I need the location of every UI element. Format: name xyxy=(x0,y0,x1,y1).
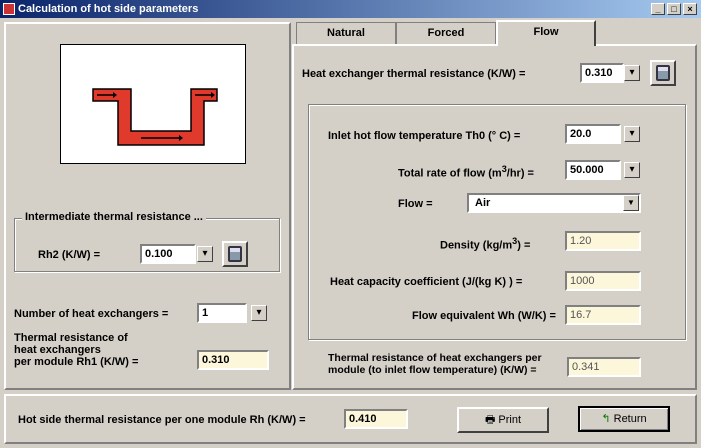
heat-capacity-label: Heat capacity coefficient (J/(kg K) ) = xyxy=(330,276,523,288)
minimize-button[interactable]: _ xyxy=(651,3,665,15)
hx-resistance-label: Heat exchanger thermal resistance (K/W) … xyxy=(302,68,526,80)
flow-type-select[interactable]: Air ▼ xyxy=(467,193,641,213)
total-flow-label-unit: /hr) = xyxy=(506,167,534,180)
density-value: 1.20 xyxy=(565,231,641,251)
rh2-input[interactable]: 0.100 xyxy=(140,244,196,264)
heat-exchanger-image xyxy=(92,88,218,146)
window-title: Calculation of hot side parameters xyxy=(18,3,199,15)
flow-equivalent-value: 16.7 xyxy=(565,305,641,325)
return-button[interactable]: ↰ Return xyxy=(578,406,670,432)
hx-calculator-button[interactable] xyxy=(650,60,676,86)
return-arrow-icon: ↰ xyxy=(601,413,611,425)
tab-flow[interactable]: Flow xyxy=(496,20,596,46)
inlet-temp-label: Inlet hot flow temperature Th0 (° C) = xyxy=(328,130,521,142)
rh1-label-line1: Thermal resistance of xyxy=(14,332,128,344)
tab-natural[interactable]: Natural xyxy=(296,22,396,44)
calculator-icon xyxy=(656,65,670,81)
density-label-unit: ) = xyxy=(517,239,531,252)
close-button[interactable]: × xyxy=(683,3,697,15)
rh1-label-line2: heat exchangers xyxy=(14,344,101,356)
intermediate-resistance-title: Intermediate thermal resistance ... xyxy=(22,211,206,223)
rh1-value: 0.310 xyxy=(197,350,269,370)
total-flow-input[interactable]: 50.000 xyxy=(565,160,621,180)
heat-exchanger-diagram xyxy=(60,44,246,164)
total-flow-label-text: Total rate of flow (m xyxy=(398,167,502,180)
hx-resistance-spin-button[interactable]: ▾ xyxy=(624,65,640,81)
hot-side-resistance-label: Hot side thermal resistance per one modu… xyxy=(18,414,306,426)
module-resistance-label-line1: Thermal resistance of heat exchangers pe… xyxy=(328,352,542,364)
flow-type-value: Air xyxy=(475,197,491,209)
rh1-label-line3: per module Rh1 (K/W) = xyxy=(14,356,139,368)
num-exchangers-spin-button[interactable]: ▾ xyxy=(251,305,267,321)
heat-capacity-value: 1000 xyxy=(565,271,641,291)
print-button-label: Print xyxy=(498,414,522,426)
rh2-spin-button[interactable]: ▾ xyxy=(197,246,213,262)
app-icon xyxy=(3,3,15,15)
num-exchangers-label: Number of heat exchangers = xyxy=(14,308,169,320)
inlet-temp-input[interactable]: 20.0 xyxy=(565,124,621,144)
hx-resistance-input[interactable]: 0.310 xyxy=(580,63,624,83)
rh2-label: Rh2 (K/W) = xyxy=(38,249,101,261)
hot-side-resistance-value: 0.410 xyxy=(344,409,408,429)
printer-icon: 🖶 xyxy=(484,414,496,426)
window-titlebar[interactable]: Calculation of hot side parameters xyxy=(0,0,701,18)
total-flow-label: Total rate of flow (m3/hr) = xyxy=(398,164,534,180)
density-label: Density (kg/m3) = xyxy=(440,236,530,252)
flow-equivalent-label: Flow equivalent Wh (W/K) = xyxy=(412,310,556,322)
num-exchangers-input[interactable]: 1 xyxy=(197,303,247,323)
calculator-icon xyxy=(228,246,242,262)
density-label-text: Density (kg/m xyxy=(440,239,513,252)
flow-type-label: Flow = xyxy=(398,198,433,210)
tab-forced[interactable]: Forced xyxy=(396,22,496,44)
total-flow-spin-button[interactable]: ▾ xyxy=(624,162,640,178)
rh2-calculator-button[interactable] xyxy=(222,241,248,267)
module-resistance-label-line2: module (to inlet flow temperature) (K/W)… xyxy=(328,364,537,376)
maximize-button[interactable]: □ xyxy=(667,3,681,15)
chevron-down-icon[interactable]: ▼ xyxy=(623,195,639,211)
inlet-temp-spin-button[interactable]: ▾ xyxy=(624,126,640,142)
module-resistance-value: 0.341 xyxy=(567,357,641,377)
return-button-label: Return xyxy=(613,413,647,425)
print-button[interactable]: 🖶 Print xyxy=(457,407,549,433)
